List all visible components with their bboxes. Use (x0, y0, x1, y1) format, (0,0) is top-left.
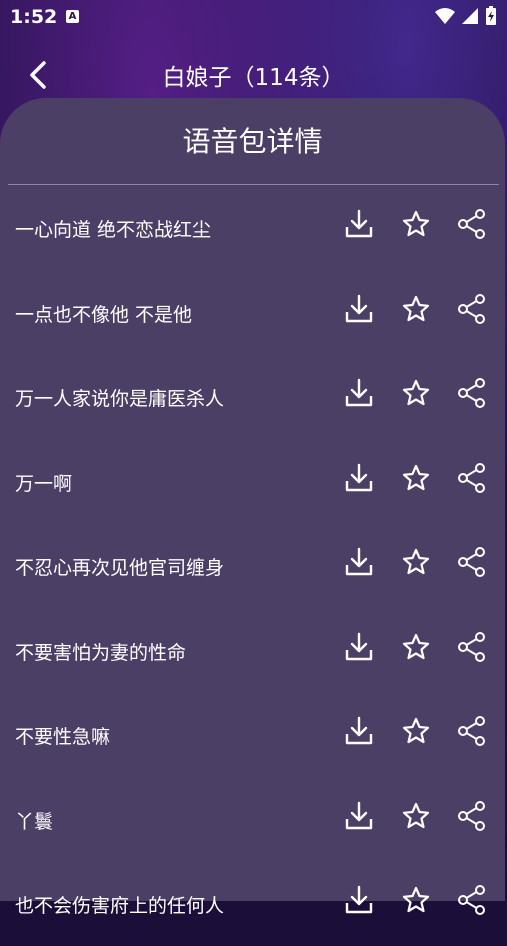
wifi-icon (435, 8, 455, 24)
app-header: 白娘子（114条） (0, 50, 507, 100)
star-icon (402, 633, 430, 659)
share-icon (458, 631, 485, 662)
list-item[interactable]: 万一啊 (0, 439, 505, 524)
star-icon (402, 717, 430, 744)
system-icons (435, 6, 497, 26)
list-item[interactable]: 一点也不像他 不是他 (0, 270, 505, 355)
battery-icon (486, 6, 496, 25)
favorite-button[interactable] (399, 630, 433, 664)
detail-panel: 语音包详情 一心向道 绝不恋战红尘 一点也不像他 不是他万一人家说你是庸医杀人 万一… (0, 98, 505, 917)
share-icon (458, 716, 485, 746)
signal-icon (462, 8, 478, 24)
list-item[interactable]: 一心向道 绝不恋战红尘 (0, 185, 505, 270)
share-button[interactable] (455, 714, 489, 748)
download-icon (345, 885, 373, 914)
list-item-label: 不忍心再次见他官司缠身 (15, 557, 225, 579)
favorite-button[interactable] (399, 207, 433, 241)
star-icon (402, 548, 430, 575)
download-button[interactable] (342, 883, 376, 917)
share-button[interactable] (455, 376, 489, 410)
download-icon (345, 716, 373, 745)
list-item-label: 也不会伤害府上的任何人 (15, 895, 225, 917)
star-icon (402, 464, 430, 490)
download-button[interactable] (342, 630, 376, 664)
favorite-button[interactable] (399, 292, 433, 326)
list-item-label: 万一啊 (15, 472, 73, 495)
page-title: 白娘子（114条） (162, 65, 345, 91)
list-item-label: 不要性急嘛 (15, 726, 111, 748)
share-icon (458, 885, 485, 915)
list-item-label: 丫鬟 (15, 810, 54, 833)
download-button[interactable] (342, 292, 376, 326)
share-icon (458, 462, 485, 493)
share-button[interactable] (455, 207, 489, 241)
share-icon (458, 378, 485, 408)
download-icon (345, 632, 373, 660)
star-icon (402, 379, 430, 406)
favorite-button[interactable] (399, 883, 433, 917)
favorite-button[interactable] (399, 461, 433, 495)
download-button[interactable] (342, 545, 376, 579)
share-button[interactable] (455, 883, 489, 917)
download-button[interactable] (342, 207, 376, 241)
download-button[interactable] (342, 376, 376, 410)
download-icon (345, 547, 373, 576)
list-item[interactable]: 不要性急嘛 (0, 692, 505, 777)
notification-icon: A (66, 10, 79, 23)
list-item-label: 万一人家说你是庸医杀人 (15, 388, 225, 410)
download-icon (345, 463, 373, 491)
share-icon (458, 209, 485, 239)
star-icon (402, 802, 430, 828)
favorite-button[interactable] (399, 714, 433, 748)
list-item-label: 不要害怕为妻的性命 (15, 641, 187, 664)
panel-title: 语音包详情 (182, 125, 323, 158)
star-icon (402, 886, 430, 913)
status-time: 1:52 (10, 6, 58, 28)
download-icon (345, 294, 373, 322)
list-item-label: 一心向道 绝不恋战红尘 (15, 219, 212, 241)
share-icon (458, 547, 485, 577)
download-icon (345, 801, 373, 829)
list-item[interactable]: 不忍心再次见他官司缠身 (0, 523, 505, 608)
list-item[interactable]: 也不会伤害府上的任何人 (0, 861, 505, 946)
share-button[interactable] (455, 461, 489, 495)
share-button[interactable] (455, 545, 489, 579)
download-icon (345, 209, 373, 238)
download-button[interactable] (342, 714, 376, 748)
list-item[interactable]: 丫鬟 (0, 777, 505, 862)
list-item[interactable]: 万一人家说你是庸医杀人 (0, 354, 505, 439)
list-item-label: 一点也不像他 不是他 (15, 303, 193, 326)
share-icon (458, 800, 485, 831)
favorite-button[interactable] (399, 545, 433, 579)
share-button[interactable] (455, 292, 489, 326)
star-icon (402, 295, 430, 321)
download-button[interactable] (342, 461, 376, 495)
share-button[interactable] (455, 630, 489, 664)
download-icon (345, 378, 373, 407)
favorite-button[interactable] (399, 376, 433, 410)
share-button[interactable] (455, 799, 489, 833)
status-bar: 1:52 A (0, 0, 507, 34)
star-icon (402, 210, 430, 237)
download-button[interactable] (342, 799, 376, 833)
voice-list: 一心向道 绝不恋战红尘 一点也不像他 不是他万一人家说你是庸医杀人 万一啊不忍心再次… (0, 185, 505, 946)
favorite-button[interactable] (399, 799, 433, 833)
list-item[interactable]: 不要害怕为妻的性命 (0, 608, 505, 693)
share-icon (458, 293, 485, 324)
